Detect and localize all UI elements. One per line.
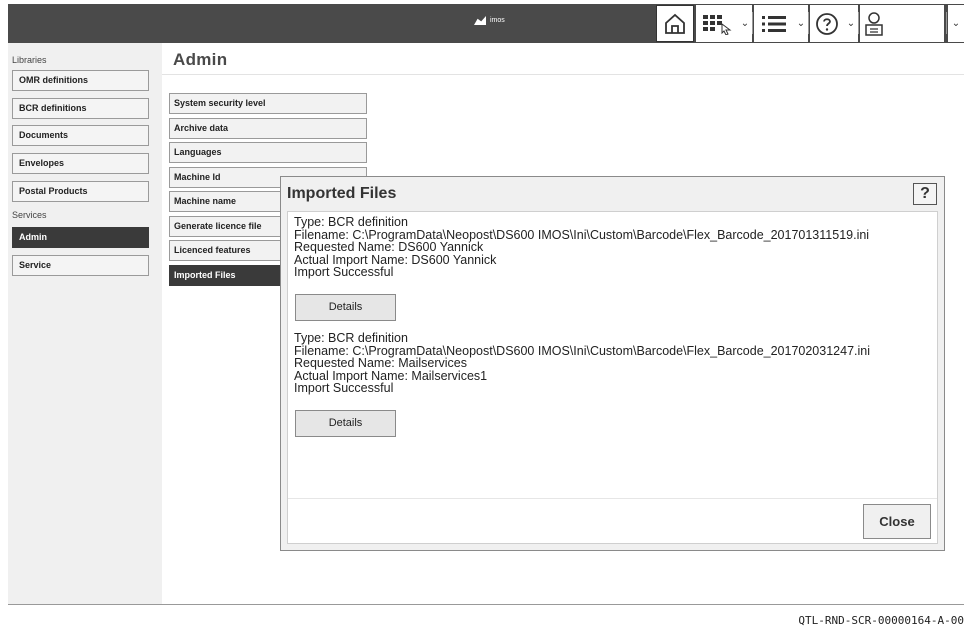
imported-file-entry: Type: BCR definition Filename: C:\Progra… [294, 216, 869, 279]
document-id: QTL-RND-SCR-00000164-A-00 [798, 614, 964, 627]
help-menu-dropdown[interactable]: ⌄ [844, 5, 858, 42]
chevron-down-icon: ⌄ [846, 18, 856, 29]
user-menu-dropdown[interactable]: ⌄ [948, 5, 964, 42]
details-button[interactable]: Details [295, 294, 396, 321]
sidebar-item-admin[interactable]: Admin [12, 227, 149, 248]
dialog-help-button[interactable]: ? [913, 183, 937, 205]
entry-type: Type: BCR definition [294, 215, 408, 229]
close-button[interactable]: Close [863, 504, 931, 539]
dialog-body: Type: BCR definition Filename: C:\Progra… [287, 211, 938, 544]
admin-item-archive-data[interactable]: Archive data [169, 118, 367, 139]
grid-view-button[interactable] [696, 5, 738, 42]
top-bar: imos ⌄ ⌄ ⌄ ⌄ [8, 4, 964, 43]
chevron-down-icon: ⌄ [951, 18, 961, 29]
chevron-down-icon: ⌄ [796, 18, 806, 29]
details-button[interactable]: Details [295, 410, 396, 437]
entry-requested-name: Requested Name: DS600 Yannick [294, 240, 484, 254]
dialog-title: Imported Files [287, 185, 397, 202]
sidebar-item-service[interactable]: Service [12, 255, 149, 276]
entry-status: Import Successful [294, 265, 394, 279]
list-view-button[interactable] [754, 5, 794, 42]
brand-name: imos [490, 17, 505, 24]
user-menu-button[interactable] [860, 5, 944, 42]
toolbar-divider [946, 12, 947, 34]
toolbar-divider [858, 12, 859, 34]
brand-mark-icon [474, 16, 486, 25]
sidebar-item-bcr-definitions[interactable]: BCR definitions [12, 98, 149, 119]
user-icon [865, 11, 883, 36]
page-title: Admin [173, 50, 228, 69]
services-heading: Services [12, 210, 47, 220]
admin-item-system-security-level[interactable]: System security level [169, 93, 367, 114]
list-view-dropdown[interactable]: ⌄ [794, 5, 808, 42]
imported-file-entry: Type: BCR definition Filename: C:\Progra… [294, 332, 870, 395]
home-icon [665, 13, 685, 34]
brand-logo: imos [474, 16, 505, 25]
home-button[interactable] [656, 5, 694, 42]
entry-requested-name: Requested Name: Mailservices [294, 356, 467, 370]
libraries-heading: Libraries [12, 55, 47, 65]
sidebar-item-omr-definitions[interactable]: OMR definitions [12, 70, 149, 91]
help-circle-icon [816, 12, 838, 35]
imported-files-dialog: Imported Files ? Type: BCR definition Fi… [280, 176, 945, 551]
list-icon [762, 15, 786, 32]
sidebar-item-documents[interactable]: Documents [12, 125, 149, 146]
toolbar-divider [808, 12, 809, 34]
entry-status: Import Successful [294, 381, 394, 395]
sidebar-item-postal-products[interactable]: Postal Products [12, 181, 149, 202]
sidebar-item-envelopes[interactable]: Envelopes [12, 153, 149, 174]
admin-item-languages[interactable]: Languages [169, 142, 367, 163]
entry-type: Type: BCR definition [294, 331, 408, 345]
title-divider [162, 74, 964, 75]
toolbar-divider [752, 12, 753, 34]
help-menu-button[interactable] [810, 5, 844, 42]
dialog-footer-divider [288, 498, 937, 499]
grid-select-icon [703, 14, 732, 35]
sidebar: Libraries OMR definitions BCR definition… [8, 43, 162, 604]
grid-view-dropdown[interactable]: ⌄ [738, 5, 752, 42]
chevron-down-icon: ⌄ [740, 18, 750, 29]
